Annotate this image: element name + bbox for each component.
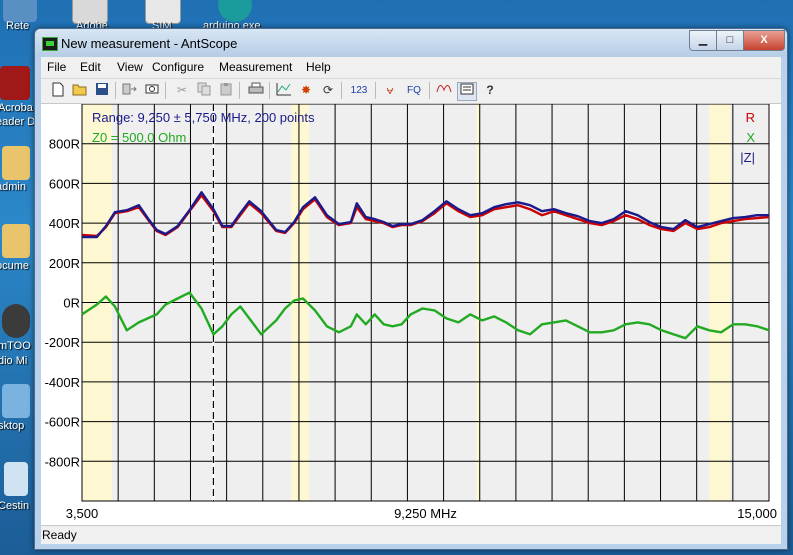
chart-subtitle: Z0 = 500,0 Ohm — [92, 130, 186, 145]
legend-r: R — [746, 110, 755, 125]
menu-edit[interactable]: Edit — [80, 60, 101, 74]
close-button[interactable]: X — [743, 30, 785, 51]
menu-configure[interactable]: Configure — [152, 60, 204, 74]
menu-help[interactable]: Help — [306, 60, 331, 74]
desktop-label: Acroba — [0, 102, 33, 114]
toolbar-separator — [239, 82, 240, 99]
settings-icon[interactable] — [457, 82, 477, 101]
new-icon[interactable] — [49, 82, 67, 99]
status-text: Ready — [42, 528, 77, 542]
impedance-chart[interactable]: 800R 600R 400R 200R 0R -200R -400R -600R -800R 3,… — [41, 103, 781, 525]
y-tick-label: 600R — [49, 176, 80, 191]
desktop-label: eader D — [0, 116, 36, 128]
documents-folder-icon[interactable] — [2, 224, 30, 258]
desktop-shortcut-icon[interactable] — [2, 384, 30, 418]
y-tick-label: -200R — [45, 335, 80, 350]
antscope-app-icon — [42, 37, 58, 51]
antenna-icon[interactable]: ⩝ — [381, 82, 399, 99]
toolbar-separator — [429, 82, 430, 99]
chart-title: Range: 9,250 ± 5,750 MHz, 200 points — [92, 110, 315, 125]
menu-file[interactable]: File — [47, 60, 66, 74]
refresh-icon[interactable]: ⟳ — [319, 82, 337, 99]
curve-icon[interactable] — [435, 82, 453, 99]
desktop-label: Cestin — [0, 500, 30, 512]
status-bar: Ready — [41, 525, 781, 544]
x-tick-label: 9,250 MHz — [394, 506, 457, 521]
y-tick-label: 800R — [49, 137, 80, 152]
client-area: File Edit View Configure Measurement Hel… — [41, 57, 781, 544]
toolbar: ✂ ✸ ⟳ 123 ⩝ FQ ? — [41, 78, 781, 104]
network-icon[interactable] — [3, 0, 37, 22]
copy-icon[interactable] — [195, 82, 213, 99]
print-icon[interactable] — [247, 82, 265, 99]
menu-measurement[interactable]: Measurement — [219, 60, 292, 74]
desktop-label: admin — [0, 181, 26, 193]
desktop-label: Rete — [6, 20, 30, 32]
cut-icon[interactable]: ✂ — [173, 82, 191, 99]
burst-icon[interactable]: ✸ — [297, 82, 315, 99]
toolbar-separator — [115, 82, 116, 99]
user-folder-icon[interactable] — [2, 146, 30, 180]
y-tick-label: -400R — [45, 375, 80, 390]
save-icon[interactable] — [93, 82, 111, 99]
x-tick-label: 3,500 — [66, 506, 99, 521]
desktop-label: sktop — [0, 420, 25, 432]
menu-view[interactable]: View — [117, 60, 143, 74]
title-bar[interactable]: New measurement - AntScope ▁ □ X — [35, 29, 787, 57]
minimize-button[interactable]: ▁ — [689, 30, 717, 51]
app-shortcut-icon[interactable] — [2, 304, 30, 338]
y-tick-label: -600R — [45, 415, 80, 430]
toolbar-separator — [269, 82, 270, 99]
arduino-icon[interactable] — [218, 0, 252, 22]
antscope-window: New measurement - AntScope ▁ □ X File Ed… — [34, 28, 788, 550]
numbers-button[interactable]: 123 — [347, 82, 371, 99]
camera-icon[interactable] — [143, 82, 161, 99]
help-button[interactable]: ? — [481, 82, 499, 99]
desktop-label: mTOO — [0, 340, 31, 352]
desktop-label: dio Mi — [0, 355, 28, 367]
menu-bar: File Edit View Configure Measurement Hel… — [41, 57, 781, 77]
legend-z: |Z| — [740, 150, 755, 165]
toolbar-separator — [341, 82, 342, 99]
y-tick-label: -800R — [45, 454, 80, 469]
y-tick-label: 200R — [49, 256, 80, 271]
desktop-label: ocume — [0, 260, 30, 272]
export-icon[interactable] — [121, 82, 139, 99]
open-icon[interactable] — [71, 82, 89, 99]
acrobat-icon[interactable] — [0, 66, 30, 100]
legend-x: X — [746, 130, 755, 145]
fq-button[interactable]: FQ — [403, 82, 425, 99]
maximize-button[interactable]: □ — [716, 30, 744, 51]
x-tick-label: 15,000 — [737, 506, 777, 521]
y-tick-label: 0R — [63, 296, 80, 311]
chart-icon[interactable] — [275, 82, 293, 99]
toolbar-separator — [375, 82, 376, 99]
toolbar-separator — [165, 82, 166, 99]
recycle-bin-icon[interactable] — [4, 462, 28, 496]
paste-icon[interactable] — [217, 82, 235, 99]
chart-panel[interactable]: 800R 600R 400R 200R 0R -200R -400R -600R -800R 3,… — [41, 103, 781, 525]
y-tick-label: 400R — [49, 216, 80, 231]
window-title: New measurement - AntScope — [61, 36, 238, 51]
